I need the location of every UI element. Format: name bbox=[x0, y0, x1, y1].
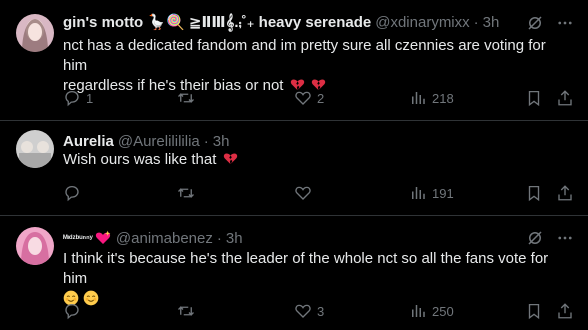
views-icon bbox=[412, 92, 425, 104]
display-name[interactable]: gin's motto 🪿🍭 ≧ⅡⅢ𝄞.⨾˚₊ heavy serenade bbox=[63, 13, 371, 31]
retweet-button[interactable] bbox=[176, 183, 201, 203]
like-icon bbox=[295, 304, 311, 318]
more-icon[interactable] bbox=[556, 229, 574, 247]
retweet-button[interactable] bbox=[176, 301, 201, 321]
share-icon bbox=[558, 90, 572, 106]
sparkle-heart-icon bbox=[95, 230, 111, 244]
separator-dot: · bbox=[473, 13, 479, 31]
separator-dot: · bbox=[203, 132, 209, 150]
views-button[interactable]: 218 bbox=[409, 88, 454, 108]
bookmark-button[interactable] bbox=[525, 183, 543, 203]
like-button[interactable] bbox=[294, 183, 317, 203]
handle[interactable]: @Aurelilililia bbox=[118, 133, 200, 150]
reply-icon bbox=[65, 90, 79, 107]
broken-heart-icon bbox=[223, 153, 237, 165]
like-count: 3 bbox=[317, 303, 325, 319]
tweet-text-line: Wish ours was like that bbox=[63, 150, 568, 170]
bookmark-icon bbox=[528, 303, 540, 320]
like-icon bbox=[295, 91, 311, 105]
reply-button[interactable] bbox=[63, 183, 86, 203]
reply-count: 1 bbox=[86, 90, 94, 106]
tweet[interactable]: Aurelia @Aurelilililia · 3h Wish ours wa… bbox=[0, 121, 588, 215]
tweet-text-line: nct has a dedicated fandom and im pretty… bbox=[63, 37, 546, 74]
like-button[interactable]: 3 bbox=[294, 301, 324, 321]
tweet[interactable]: ᴹᶦᵈᶻᵇᵘⁿⁿʸ @animabenez · 3h I think it's … bbox=[0, 216, 588, 330]
reply-icon bbox=[65, 185, 79, 202]
avatar[interactable] bbox=[16, 227, 54, 265]
like-button[interactable]: 2 bbox=[294, 88, 324, 108]
avatar[interactable] bbox=[16, 14, 54, 52]
views-icon bbox=[412, 305, 425, 317]
views-button[interactable]: 250 bbox=[409, 301, 454, 321]
retweet-icon bbox=[178, 306, 194, 316]
views-count: 218 bbox=[432, 90, 454, 106]
share-button[interactable] bbox=[556, 88, 574, 108]
retweet-icon bbox=[178, 188, 194, 198]
retweet-button[interactable] bbox=[176, 88, 201, 108]
tweet-text-line: I think it's because he's the leader of … bbox=[63, 250, 549, 287]
more-icon[interactable] bbox=[556, 14, 574, 32]
tweet[interactable]: gin's motto 🪿🍭 ≧ⅡⅢ𝄞.⨾˚₊ heavy serenade @… bbox=[0, 0, 588, 120]
retweet-icon bbox=[178, 93, 194, 103]
timestamp[interactable]: 3h bbox=[213, 133, 230, 150]
reply-button[interactable]: 1 bbox=[63, 88, 93, 108]
bookmark-button[interactable] bbox=[525, 88, 543, 108]
share-icon bbox=[558, 303, 572, 319]
timestamp[interactable]: 3h bbox=[483, 14, 500, 31]
grok-icon[interactable] bbox=[526, 14, 544, 32]
separator-dot: · bbox=[216, 229, 222, 247]
display-name[interactable]: ᴹᶦᵈᶻᵇᵘⁿⁿʸ bbox=[63, 233, 93, 243]
views-icon bbox=[412, 187, 425, 199]
share-button[interactable] bbox=[556, 183, 574, 203]
bookmark-icon bbox=[528, 90, 540, 107]
views-count: 191 bbox=[432, 185, 454, 201]
display-name[interactable]: Aurelia bbox=[63, 133, 114, 150]
share-icon bbox=[558, 185, 572, 201]
share-button[interactable] bbox=[556, 301, 574, 321]
views-count: 250 bbox=[432, 303, 454, 319]
handle[interactable]: @xdinarymixx bbox=[375, 14, 469, 31]
reply-button[interactable] bbox=[63, 301, 86, 321]
bookmark-button[interactable] bbox=[525, 301, 543, 321]
timestamp[interactable]: 3h bbox=[226, 230, 243, 247]
avatar[interactable] bbox=[16, 130, 54, 168]
like-icon bbox=[295, 186, 311, 200]
bookmark-icon bbox=[528, 185, 540, 202]
like-count: 2 bbox=[317, 90, 325, 106]
grok-icon[interactable] bbox=[526, 229, 544, 247]
reply-icon bbox=[65, 303, 79, 320]
views-button[interactable]: 191 bbox=[409, 183, 454, 203]
handle[interactable]: @animabenez bbox=[116, 230, 213, 247]
